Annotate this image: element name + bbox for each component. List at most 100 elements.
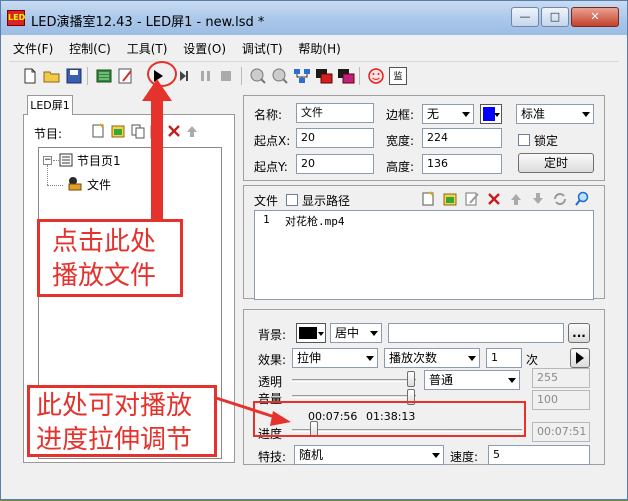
- show-path-checkbox[interactable]: [286, 194, 298, 206]
- copy-icon[interactable]: [130, 123, 146, 139]
- app-icon: LED: [7, 10, 25, 26]
- y-label: 起点Y:: [254, 160, 288, 174]
- border-style-value: 标准: [521, 107, 546, 121]
- bg-align-select[interactable]: 居中: [330, 323, 382, 343]
- video-file-icon: [67, 175, 83, 191]
- window-title: LED演播室12.43 - LED屏1 - new.lsd *: [31, 15, 265, 30]
- paste-icon[interactable]: [148, 123, 164, 139]
- times-field[interactable]: 1: [486, 348, 522, 368]
- send-to-screen-icon[interactable]: [315, 67, 333, 85]
- volume-value: 100: [532, 390, 590, 410]
- file-row-index: 1: [263, 213, 270, 226]
- save-icon[interactable]: [65, 67, 83, 85]
- border-select[interactable]: 无: [422, 104, 474, 124]
- times-unit: 次: [526, 353, 539, 367]
- pause-icon[interactable]: [197, 67, 215, 85]
- move-file-up-icon[interactable]: [508, 191, 524, 207]
- transparency-mode-select[interactable]: 普通: [424, 370, 520, 390]
- menu-control[interactable]: 控制(C): [63, 39, 117, 59]
- fx-label: 特技:: [258, 450, 287, 464]
- effect-label: 效果:: [258, 353, 287, 367]
- timer-button[interactable]: 定时: [518, 153, 594, 173]
- search-screen-icon[interactable]: [249, 67, 267, 85]
- edit-file-icon[interactable]: [464, 191, 480, 207]
- move-up-icon[interactable]: [184, 123, 200, 139]
- y-field[interactable]: 20: [296, 154, 374, 174]
- play-callout-line2: 播放文件: [52, 261, 157, 291]
- media-play-button[interactable]: [570, 348, 590, 368]
- width-field[interactable]: 224: [422, 128, 502, 148]
- new-file-icon[interactable]: [21, 67, 39, 85]
- menu-settings[interactable]: 设置(O): [177, 39, 232, 59]
- file-group: 文件 显示路径 1 对花枪.mp4: [243, 185, 605, 300]
- delete-icon[interactable]: [166, 123, 182, 139]
- program-page-icon: [59, 153, 73, 167]
- play-callout-line1: 点击此处: [52, 227, 157, 257]
- x-field[interactable]: 20: [296, 128, 374, 148]
- effect-select-value: 拉伸: [297, 351, 322, 365]
- refresh-icon[interactable]: [552, 191, 568, 207]
- transparency-slider-thumb[interactable]: [407, 371, 415, 387]
- file-row-name: 对花枪.mp4: [285, 215, 345, 228]
- toolbar: 监: [9, 61, 619, 89]
- search-file-icon[interactable]: [574, 191, 590, 207]
- menu-debug[interactable]: 调试(T): [236, 39, 289, 59]
- transparency-slider[interactable]: [292, 379, 416, 382]
- bg-image-field[interactable]: [388, 323, 564, 343]
- add-media-icon[interactable]: [442, 191, 458, 207]
- speed-label: 速度:: [450, 450, 479, 464]
- tree-item-file[interactable]: 文件: [87, 176, 111, 193]
- border-select-value: 无: [427, 107, 440, 121]
- height-field[interactable]: 136: [422, 154, 502, 174]
- remove-file-icon[interactable]: [486, 191, 502, 207]
- tab-led-screen[interactable]: LED屏1: [27, 95, 73, 115]
- volume-slider[interactable]: [292, 395, 416, 398]
- play-mode-select[interactable]: 播放次数: [384, 348, 480, 368]
- step-play-icon[interactable]: [177, 67, 195, 85]
- send-usb-icon[interactable]: [337, 67, 355, 85]
- show-path-label: 显示路径: [302, 194, 351, 208]
- file-label: 文件: [254, 194, 279, 208]
- tree-item-page[interactable]: 节目页1: [77, 152, 121, 169]
- network-icon[interactable]: [293, 67, 311, 85]
- add-page-icon[interactable]: [90, 123, 106, 139]
- maximize-button[interactable]: □: [541, 7, 569, 27]
- edit-text-icon[interactable]: [117, 67, 135, 85]
- menu-help[interactable]: 帮助(H): [292, 39, 346, 59]
- open-folder-icon[interactable]: [43, 67, 61, 85]
- progress-highlight-box: [253, 401, 526, 437]
- border-style-select[interactable]: 标准: [516, 104, 594, 124]
- lock-checkbox[interactable]: [518, 134, 530, 146]
- name-field[interactable]: 文件: [296, 103, 374, 123]
- transparency-label: 透明: [258, 375, 283, 389]
- screen-settings-icon[interactable]: [95, 67, 113, 85]
- border-label: 边框:: [386, 108, 415, 122]
- menu-file[interactable]: 文件(F): [7, 39, 59, 59]
- bg-color-picker[interactable]: [296, 323, 326, 343]
- minimize-button[interactable]: —: [511, 7, 539, 27]
- fx-select[interactable]: 随机: [294, 445, 444, 465]
- menu-tools[interactable]: 工具(T): [121, 39, 174, 59]
- play-highlight-ring: [147, 61, 177, 87]
- effect-select[interactable]: 拉伸: [292, 348, 378, 368]
- border-color-picker[interactable]: [480, 104, 502, 124]
- transparency-mode-value: 普通: [429, 373, 454, 387]
- collapse-icon[interactable]: −: [43, 156, 52, 165]
- position-group: 名称: 文件 起点X: 20 起点Y: 20 边框: 无 标准 宽度: 224 …: [243, 95, 605, 181]
- browse-button[interactable]: ...: [568, 323, 590, 343]
- fx-select-value: 随机: [299, 448, 324, 462]
- speed-field[interactable]: 5: [488, 445, 590, 465]
- stop-icon[interactable]: [217, 67, 235, 85]
- close-button[interactable]: ✕: [571, 7, 619, 27]
- file-row[interactable]: 1 对花枪.mp4: [255, 211, 573, 229]
- add-file-icon[interactable]: [420, 191, 436, 207]
- bg-align-value: 居中: [335, 326, 360, 340]
- add-window-icon[interactable]: [110, 123, 126, 139]
- smiley-icon[interactable]: [367, 67, 385, 85]
- file-list[interactable]: 1 对花枪.mp4: [254, 210, 594, 300]
- search-card-icon[interactable]: [271, 67, 289, 85]
- progress-time-box: 00:07:51: [532, 422, 590, 442]
- move-file-down-icon[interactable]: [530, 191, 546, 207]
- monitor-icon[interactable]: 监: [389, 67, 407, 85]
- program-label: 节目:: [34, 127, 63, 141]
